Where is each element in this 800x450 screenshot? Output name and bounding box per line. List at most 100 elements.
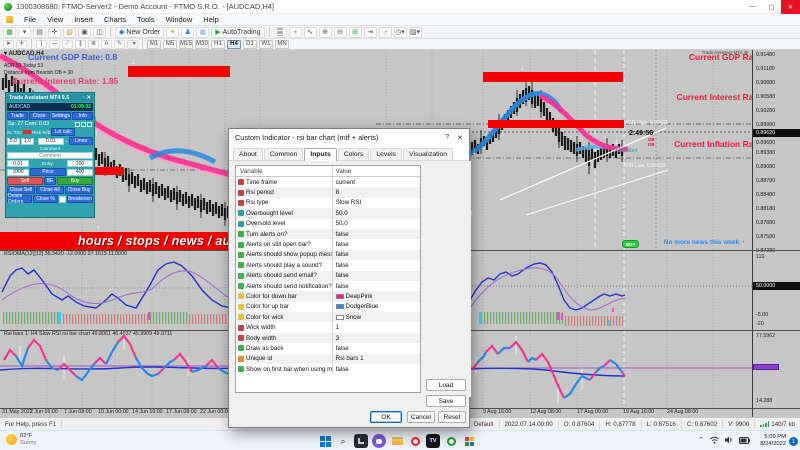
text-tool-icon[interactable]: A <box>101 39 112 49</box>
panel-tab-settings[interactable]: Settings <box>50 112 72 120</box>
tf-m1-button[interactable]: M1 <box>147 39 161 49</box>
start-button[interactable] <box>318 434 332 448</box>
close-all-button[interactable]: Close All <box>36 186 64 194</box>
trendline-tool-icon[interactable]: ∕ <box>62 39 73 49</box>
trade-assistant-panel[interactable]: Trade Assistant MT4 9.5 ▫ ✕ AUDCAD 01:09… <box>5 92 95 218</box>
lot-size-input[interactable]: 0.01 <box>7 160 29 167</box>
tsl-input[interactable]: 1.0 <box>21 137 34 145</box>
tf-m30-button[interactable]: M30 <box>195 39 209 49</box>
inputs-table[interactable]: Variable Value Time frame current Rsi pe… <box>235 165 421 393</box>
maximize-button[interactable]: ▢ <box>762 0 781 14</box>
colorful-grid-app-icon[interactable] <box>462 434 476 448</box>
new-chart-icon[interactable]: ▦ <box>3 26 16 38</box>
bar-chart-icon[interactable]: 𝄛 <box>273 26 287 38</box>
input-row[interactable]: Oversold level 50.0 <box>236 218 420 229</box>
system-tray[interactable]: ⌃ <box>698 436 750 444</box>
file-explorer-icon[interactable] <box>390 434 404 448</box>
close-buy-button[interactable]: Close Buy <box>65 186 93 194</box>
panel-title-bar[interactable]: Trade Assistant MT4 9.5 ▫ ✕ <box>7 94 93 102</box>
buy-button[interactable]: Buy <box>57 177 93 185</box>
cursor-tool-icon[interactable]: ➤ <box>3 39 14 49</box>
input-row[interactable]: Alerts should send email? false <box>236 270 420 281</box>
input-row[interactable]: Alerts should send notification? false <box>236 280 420 292</box>
market-globe-icon[interactable]: ◍ <box>196 26 210 38</box>
lot-calc-button[interactable]: Lot calc <box>51 128 76 136</box>
panel-tab-info[interactable]: Info <box>72 112 93 120</box>
save-button[interactable]: Save <box>426 395 466 407</box>
eye-icon[interactable] <box>75 121 80 127</box>
input-row[interactable]: Unique id Rsi bars 1 <box>236 353 420 365</box>
tray-chevron-icon[interactable]: ⌃ <box>698 436 704 444</box>
input-row[interactable]: Draw as back false <box>236 343 420 354</box>
menu-view[interactable]: View <box>47 15 63 24</box>
indicator-properties-dialog[interactable]: Custom Indicator - rsi bar chart (mtf + … <box>228 128 471 428</box>
tf-m5-button[interactable]: M5 <box>163 39 177 49</box>
panel-minimize-icon[interactable]: ▫ <box>83 95 85 101</box>
line-chart-icon[interactable]: ∿ <box>303 26 317 38</box>
input-row[interactable]: Rsi period 8 <box>236 187 420 198</box>
bell-icon[interactable] <box>87 121 92 127</box>
input-row[interactable]: Body width 3 <box>236 332 420 344</box>
periods-dropdown-icon[interactable]: ◷▾ <box>393 26 407 38</box>
arrows-tool-icon[interactable]: ✎ <box>114 39 125 49</box>
sell-button[interactable]: Sell <box>7 177 43 185</box>
input-row[interactable]: Wick width 1 <box>236 322 420 333</box>
dialog-close-button[interactable]: ✕ <box>457 134 463 142</box>
tf-d1-button[interactable]: D1 <box>243 39 257 49</box>
clock-widget[interactable]: 5:09 PM 8/24/2022 <box>760 434 786 448</box>
risk-plus-button[interactable]: + <box>65 139 68 144</box>
input-row[interactable]: Alerts should play a sound? false <box>236 260 420 271</box>
menu-insert[interactable]: Insert <box>74 15 93 24</box>
risk-input[interactable]: 0.01 <box>37 137 65 145</box>
profile-name[interactable]: Default <box>469 419 500 429</box>
panel-close-icon[interactable]: ✕ <box>87 95 91 101</box>
tf-w1-button[interactable]: W1 <box>259 39 273 49</box>
tile-windows-icon[interactable]: ⊞ <box>348 26 362 38</box>
shapes-dropdown-icon[interactable]: ◌▾ <box>127 39 138 49</box>
volume-input[interactable]: 1000 <box>7 168 29 176</box>
reset-button[interactable]: Reset <box>438 411 466 423</box>
tab-about[interactable]: About <box>233 148 263 160</box>
ok-button[interactable]: OK <box>370 411 402 423</box>
entry-input[interactable]: 200 <box>67 160 93 167</box>
input-row[interactable]: Color for down bar DeepPink <box>236 291 420 302</box>
menu-window[interactable]: Window <box>166 15 193 24</box>
search-button[interactable]: ⌕ <box>336 434 350 448</box>
tf-mn-button[interactable]: MN <box>275 39 289 49</box>
load-button[interactable]: Load <box>426 379 466 391</box>
opera-browser-icon[interactable] <box>408 434 422 448</box>
zoom-out-icon[interactable]: ⊖ <box>333 26 347 38</box>
tab-levels[interactable]: Levels <box>370 148 403 160</box>
close-button[interactable]: ✕ <box>781 0 800 14</box>
terminal-icon[interactable]: ▣ <box>78 26 91 38</box>
breakeven-quick-button[interactable]: BE <box>44 177 56 185</box>
mql-community-icon[interactable]: ✦ <box>166 26 180 38</box>
minimize-button[interactable]: — <box>743 0 762 14</box>
tf-h4-button[interactable]: H4 <box>227 39 241 49</box>
horizontal-line-tool-icon[interactable]: — <box>49 39 60 49</box>
strategy-tester-icon[interactable]: ◫ <box>93 26 106 38</box>
breakeven-button[interactable]: Breakeven <box>67 195 93 203</box>
green-circle-app-icon[interactable] <box>444 434 458 448</box>
sl-input[interactable]: 5.0 <box>7 137 20 145</box>
input-row[interactable]: Turn alerts on? false <box>236 228 420 240</box>
templates-dropdown-icon[interactable]: ▨▾ <box>408 26 422 38</box>
menu-file[interactable]: File <box>24 15 36 24</box>
tf-m15-button[interactable]: M15 <box>179 39 193 49</box>
comment-input[interactable]: Comment <box>7 152 93 159</box>
price-input[interactable]: 400 <box>67 168 93 176</box>
candle-chart-icon[interactable]: ⫞ <box>288 26 302 38</box>
grid-icon[interactable] <box>81 121 86 127</box>
navigator-icon[interactable]: ▧ <box>63 26 76 38</box>
notification-badge[interactable]: 1 <box>789 437 798 446</box>
input-row[interactable]: Color for up bar DodgerBlue <box>236 301 420 313</box>
weather-widget[interactable]: 82°F Sunny <box>6 433 36 446</box>
auto-scroll-icon[interactable]: ⇥ <box>363 26 377 38</box>
input-row[interactable]: Alerts on still open bar? false <box>236 239 420 250</box>
dialog-title-bar[interactable]: Custom Indicator - rsi bar chart (mtf + … <box>229 129 469 146</box>
input-row[interactable]: Overbought level 50.0 <box>236 208 420 219</box>
risk-mode-badge[interactable] <box>23 130 32 134</box>
chat-app-icon[interactable] <box>372 434 386 448</box>
dialog-help-button[interactable]: ? <box>445 134 449 142</box>
indicators-icon[interactable]: ⍻ <box>378 26 392 38</box>
